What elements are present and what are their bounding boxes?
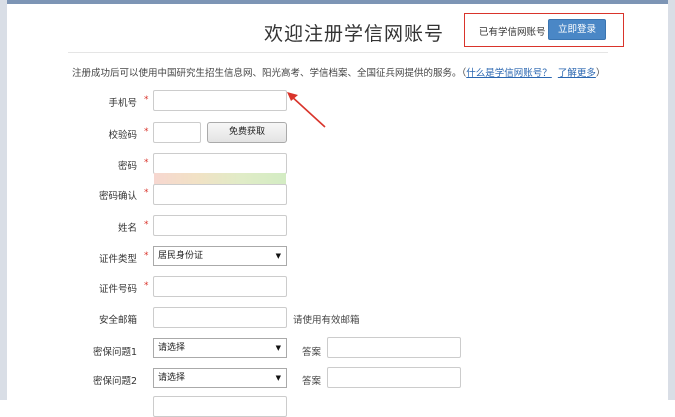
learn-more-link[interactable]: 了解更多	[558, 68, 596, 79]
q1-value: 请选择	[158, 343, 186, 353]
chevron-down-icon: ▼	[275, 252, 281, 260]
login-prompt: 已有学信网账号	[479, 27, 546, 38]
login-highlight-box: 已有学信网账号 立即登录	[464, 13, 624, 47]
q1-answer-label: 答案	[302, 347, 322, 358]
password-confirm-label: 密码确认	[98, 191, 137, 202]
phone-input[interactable]	[153, 90, 287, 111]
red-arrow-annotation	[287, 92, 326, 128]
phone-required-mark: *	[144, 95, 149, 105]
q2-value: 请选择	[158, 373, 186, 383]
id-number-label: 证件号码	[98, 284, 137, 295]
name-input[interactable]	[153, 215, 287, 236]
page-right-gutter	[668, 0, 675, 400]
name-label: 姓名	[117, 223, 137, 234]
email-hint: 请使用有效邮箱	[293, 315, 360, 326]
q2-answer-input[interactable]	[327, 367, 461, 388]
chevron-down-icon: ▼	[275, 344, 281, 352]
chevron-down-icon: ▼	[275, 374, 281, 382]
intro-text: 注册成功后可以使用中国研究生招生信息网、阳光高考、学信档案、全国征兵网提供的服务…	[72, 65, 605, 79]
header-divider	[68, 52, 608, 53]
email-input[interactable]	[153, 307, 287, 328]
password-input[interactable]	[153, 153, 287, 174]
what-is-account-link[interactable]: 什么是学信网账号？	[466, 68, 552, 79]
intro-sentence: 注册成功后可以使用中国研究生招生信息网、阳光高考、学信档案、全国征兵网提供的服务…	[72, 68, 462, 79]
get-code-button[interactable]: 免费获取	[207, 122, 287, 143]
id-number-required-mark: *	[144, 281, 149, 291]
q2-label: 密保问题2	[92, 376, 137, 387]
password-required-mark: *	[144, 158, 149, 168]
phone-label: 手机号	[108, 98, 137, 109]
password-confirm-input[interactable]	[153, 184, 287, 205]
page-left-gutter	[0, 0, 7, 400]
code-label: 校验码	[108, 130, 137, 141]
id-type-select[interactable]: 居民身份证 ▼	[153, 246, 287, 266]
code-input[interactable]	[153, 122, 201, 143]
id-number-input[interactable]	[153, 276, 287, 297]
q1-answer-input[interactable]	[327, 337, 461, 358]
password-confirm-required-mark: *	[144, 188, 149, 198]
next-row-input[interactable]	[153, 396, 287, 417]
id-type-label: 证件类型	[98, 254, 137, 265]
email-label: 安全邮箱	[98, 315, 137, 326]
q1-select[interactable]: 请选择 ▼	[153, 338, 287, 358]
login-button[interactable]: 立即登录	[548, 19, 606, 40]
id-type-value: 居民身份证	[158, 251, 204, 261]
page-title: 欢迎注册学信网账号	[264, 23, 445, 45]
name-required-mark: *	[144, 220, 149, 230]
q2-select[interactable]: 请选择 ▼	[153, 368, 287, 388]
q2-answer-label: 答案	[302, 376, 322, 387]
intro-paren-close: ）	[595, 68, 606, 79]
q1-label: 密保问题1	[92, 347, 137, 358]
code-required-mark: *	[144, 127, 149, 137]
id-type-required-mark: *	[144, 251, 149, 261]
password-label: 密码	[117, 161, 137, 172]
